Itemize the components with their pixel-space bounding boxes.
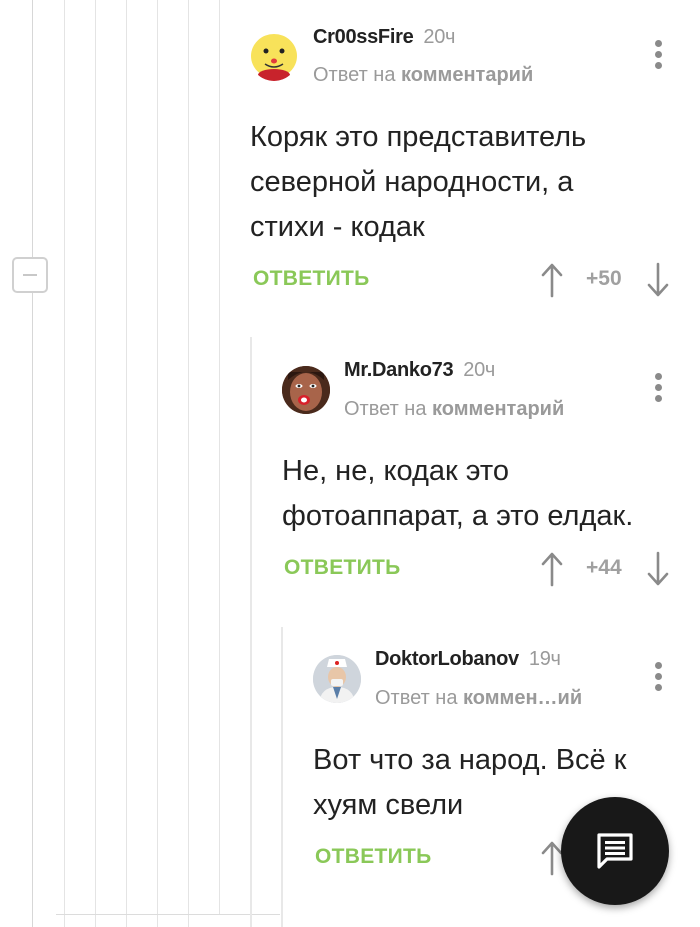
face-avatar-icon xyxy=(282,366,330,414)
comment-line: северной народности, а xyxy=(250,166,574,198)
arrow-down-icon[interactable] xyxy=(647,551,669,587)
more-vertical-icon[interactable] xyxy=(655,40,663,73)
reply-button[interactable]: ОТВЕТИТЬ xyxy=(284,556,401,580)
smiley-avatar-icon xyxy=(251,34,297,81)
username[interactable]: Cr00ssFire 20ч xyxy=(313,26,455,49)
thread-line xyxy=(157,0,158,927)
doctor-avatar-icon xyxy=(313,655,361,703)
reply-button[interactable]: ОТВЕТИТЬ xyxy=(315,845,432,869)
comment-line: стихи - кодак xyxy=(250,211,425,243)
reply-indent-line xyxy=(250,337,252,927)
new-comment-fab[interactable] xyxy=(561,797,669,905)
reply-button[interactable]: ОТВЕТИТЬ xyxy=(253,267,370,291)
username[interactable]: Mr.Danko73 20ч xyxy=(344,359,495,382)
comment-line: Не, не, кодак это xyxy=(282,455,509,487)
comment-line: Коряк это представитель xyxy=(250,121,587,153)
avatar[interactable] xyxy=(250,33,298,81)
username-text[interactable]: DoktorLobanov xyxy=(375,648,519,670)
reply-to: Ответ на коммен…ий xyxy=(375,687,582,710)
username-text[interactable]: Mr.Danko73 xyxy=(344,359,454,381)
reply-indent-line xyxy=(281,627,283,927)
username-text[interactable]: Cr00ssFire xyxy=(313,26,414,48)
thread-line xyxy=(95,0,96,927)
reply-to-prefix: Ответ на xyxy=(375,687,458,709)
thread-line xyxy=(188,0,189,927)
reply-to-link[interactable]: комментарий xyxy=(432,398,564,420)
avatar[interactable] xyxy=(282,366,330,414)
thread-line xyxy=(126,0,127,927)
thread-divider xyxy=(56,914,280,915)
rating: +50 xyxy=(586,267,622,290)
timestamp: 20ч xyxy=(423,26,456,48)
thread-line xyxy=(219,0,220,915)
collapse-thread-button[interactable] xyxy=(12,257,48,293)
timestamp: 19ч xyxy=(528,648,561,670)
reply-to-link[interactable]: коммен…ий xyxy=(463,687,582,709)
comment-line: фотоаппарат, а это елдак. xyxy=(282,500,634,532)
username[interactable]: DoktorLobanov 19ч xyxy=(375,648,561,671)
more-vertical-icon[interactable] xyxy=(655,662,663,695)
comment-text: Не, не, кодак это фотоаппарат, а это елд… xyxy=(282,449,633,539)
comment-text: Коряк это представитель северной народно… xyxy=(250,115,586,250)
thread-line xyxy=(64,0,65,927)
arrow-up-icon[interactable] xyxy=(541,551,563,587)
more-vertical-icon[interactable] xyxy=(655,373,663,406)
reply-to-link[interactable]: комментарий xyxy=(401,64,533,86)
reply-to: Ответ на комментарий xyxy=(313,64,533,87)
comment-line: Вот что за народ. Всё к xyxy=(313,744,627,776)
reply-to-prefix: Ответ на xyxy=(344,398,427,420)
timestamp: 20ч xyxy=(463,359,496,381)
arrow-down-icon[interactable] xyxy=(647,262,669,298)
avatar[interactable] xyxy=(313,655,361,703)
reply-to: Ответ на комментарий xyxy=(344,398,564,421)
reply-to-prefix: Ответ на xyxy=(313,64,396,86)
rating: +44 xyxy=(586,556,622,579)
comment-icon xyxy=(597,833,633,869)
arrow-up-icon[interactable] xyxy=(541,262,563,298)
arrow-up-icon[interactable] xyxy=(541,840,563,876)
thread-line xyxy=(32,0,33,927)
